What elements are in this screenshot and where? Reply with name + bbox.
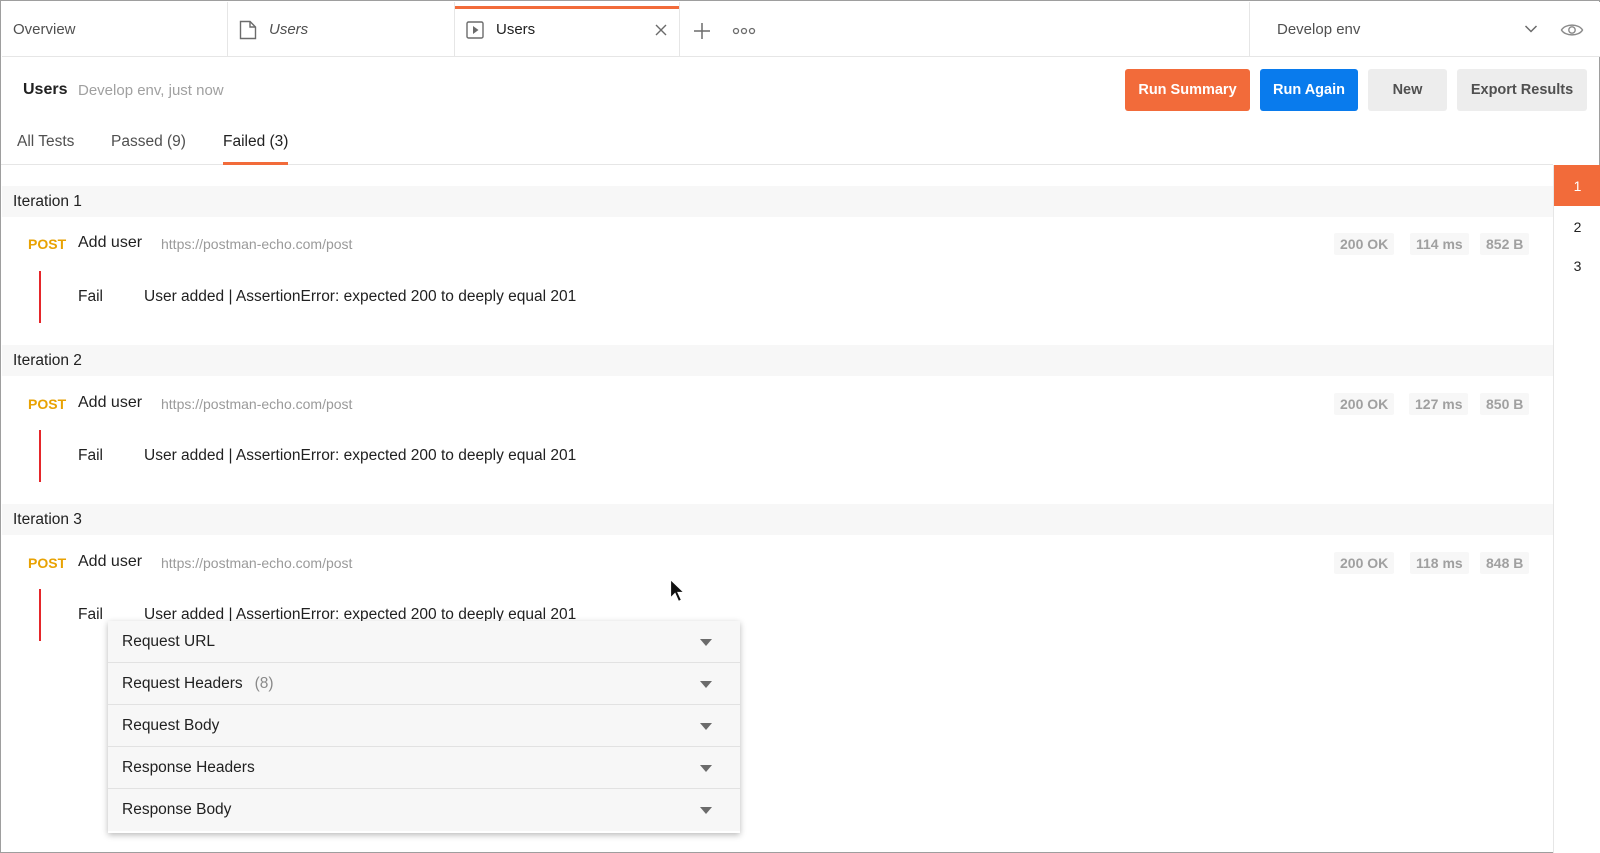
response-size: 852 B bbox=[1480, 233, 1530, 255]
mouse-cursor-icon bbox=[669, 578, 686, 603]
section-label: Request URL bbox=[122, 632, 216, 650]
run-summary-button[interactable]: Run Summary bbox=[1125, 69, 1250, 111]
test-result-status: Fail bbox=[78, 447, 103, 464]
more-icon[interactable] bbox=[732, 26, 756, 36]
environment-select-label: Develop env bbox=[1277, 21, 1361, 38]
fail-indicator bbox=[39, 271, 41, 323]
response-status: 200 OK bbox=[1334, 233, 1395, 255]
test-result-status: Fail bbox=[78, 606, 103, 623]
test-result-message: User added | AssertionError: expected 20… bbox=[144, 447, 577, 464]
iteration-nav-item[interactable]: 2 bbox=[1554, 206, 1600, 247]
response-time: 114 ms bbox=[1410, 233, 1469, 255]
response-time: 127 ms bbox=[1409, 393, 1469, 415]
response-status: 200 OK bbox=[1334, 552, 1395, 574]
section-label: Request Body bbox=[122, 716, 220, 734]
request-url: https://postman-echo.com/post bbox=[161, 396, 353, 412]
collection-icon bbox=[239, 20, 257, 39]
request-url-section[interactable]: Request URL bbox=[108, 621, 740, 663]
tab-users-collection-label: Users bbox=[269, 21, 309, 38]
page-title: Users bbox=[23, 81, 68, 98]
response-time: 118 ms bbox=[1410, 552, 1469, 574]
request-method: POST bbox=[28, 555, 67, 571]
run-again-button[interactable]: Run Again bbox=[1260, 69, 1358, 111]
request-name[interactable]: Add user bbox=[78, 394, 142, 412]
caret-down-icon bbox=[700, 723, 712, 730]
tab-passed[interactable]: Passed (9) bbox=[111, 133, 186, 165]
page-subtitle: Develop env, just now bbox=[78, 82, 224, 99]
tab-failed[interactable]: Failed (3) bbox=[223, 133, 289, 165]
test-result-row[interactable]: Fail User added | AssertionError: expect… bbox=[2, 430, 1402, 482]
request-headers-section[interactable]: Request Headers (8) bbox=[108, 663, 740, 705]
runner-play-icon bbox=[466, 20, 484, 39]
caret-down-icon bbox=[700, 765, 712, 772]
iteration-nav-item[interactable]: 1 bbox=[1554, 165, 1600, 206]
tab-overview[interactable]: Overview bbox=[2, 2, 228, 57]
caret-down-icon bbox=[700, 639, 712, 646]
iteration-nav: 1 2 3 bbox=[1553, 165, 1600, 853]
iteration-header: Iteration 3 bbox=[2, 504, 1553, 535]
request-url: https://postman-echo.com/post bbox=[161, 555, 353, 571]
response-size: 848 B bbox=[1480, 552, 1530, 574]
section-label: Request Headers bbox=[122, 674, 243, 692]
tab-users-runner-label: Users bbox=[496, 21, 536, 38]
caret-down-icon bbox=[700, 807, 712, 814]
test-result-status: Fail bbox=[78, 288, 103, 305]
tab-users-runner[interactable]: Users bbox=[455, 2, 680, 57]
export-results-button[interactable]: Export Results bbox=[1457, 69, 1587, 111]
caret-down-icon bbox=[700, 681, 712, 688]
results-filter-tabs: All Tests Passed (9) Failed (3) bbox=[1, 123, 1553, 165]
tab-overview-label: Overview bbox=[13, 21, 76, 38]
fail-indicator bbox=[39, 430, 41, 482]
chevron-down-icon bbox=[1524, 25, 1538, 33]
response-headers-section[interactable]: Response Headers bbox=[108, 747, 740, 789]
section-label: Response Body bbox=[122, 801, 232, 818]
new-button[interactable]: New bbox=[1368, 69, 1447, 111]
request-name[interactable]: Add user bbox=[78, 234, 142, 252]
request-method: POST bbox=[28, 236, 67, 252]
app-window: Overview Users Users Develop env Users D… bbox=[0, 0, 1600, 853]
test-result-message: User added | AssertionError: expected 20… bbox=[144, 288, 577, 305]
close-icon[interactable] bbox=[653, 22, 669, 38]
iteration-header: Iteration 1 bbox=[2, 186, 1553, 217]
eye-icon[interactable] bbox=[1560, 21, 1584, 39]
request-details-panel: Request URL Request Headers (8) Request … bbox=[108, 621, 740, 833]
tab-bar: Overview Users Users Develop env bbox=[2, 2, 1600, 57]
tab-all-tests[interactable]: All Tests bbox=[17, 133, 74, 165]
iteration-header: Iteration 2 bbox=[2, 345, 1553, 376]
request-body-section[interactable]: Request Body bbox=[108, 705, 740, 747]
test-result-row[interactable]: Fail User added | AssertionError: expect… bbox=[2, 271, 1402, 323]
environment-select[interactable]: Develop env bbox=[1249, 2, 1554, 57]
response-size: 850 B bbox=[1480, 393, 1530, 415]
request-method: POST bbox=[28, 396, 67, 412]
request-row[interactable]: POST Add user https://postman-echo.com/p… bbox=[2, 548, 1553, 578]
header-count: (8) bbox=[254, 674, 274, 692]
response-body-section[interactable]: Response Body bbox=[108, 789, 740, 831]
iteration-nav-item[interactable]: 3 bbox=[1554, 245, 1600, 286]
request-url: https://postman-echo.com/post bbox=[161, 236, 353, 252]
response-status: 200 OK bbox=[1334, 393, 1395, 415]
plus-icon[interactable] bbox=[692, 21, 712, 41]
fail-indicator bbox=[39, 589, 41, 641]
request-row[interactable]: POST Add user https://postman-echo.com/p… bbox=[2, 229, 1553, 259]
tab-users-collection[interactable]: Users bbox=[228, 2, 455, 57]
request-row[interactable]: POST Add user https://postman-echo.com/p… bbox=[2, 389, 1553, 419]
section-label: Response Headers bbox=[122, 758, 255, 776]
request-name[interactable]: Add user bbox=[78, 553, 142, 571]
